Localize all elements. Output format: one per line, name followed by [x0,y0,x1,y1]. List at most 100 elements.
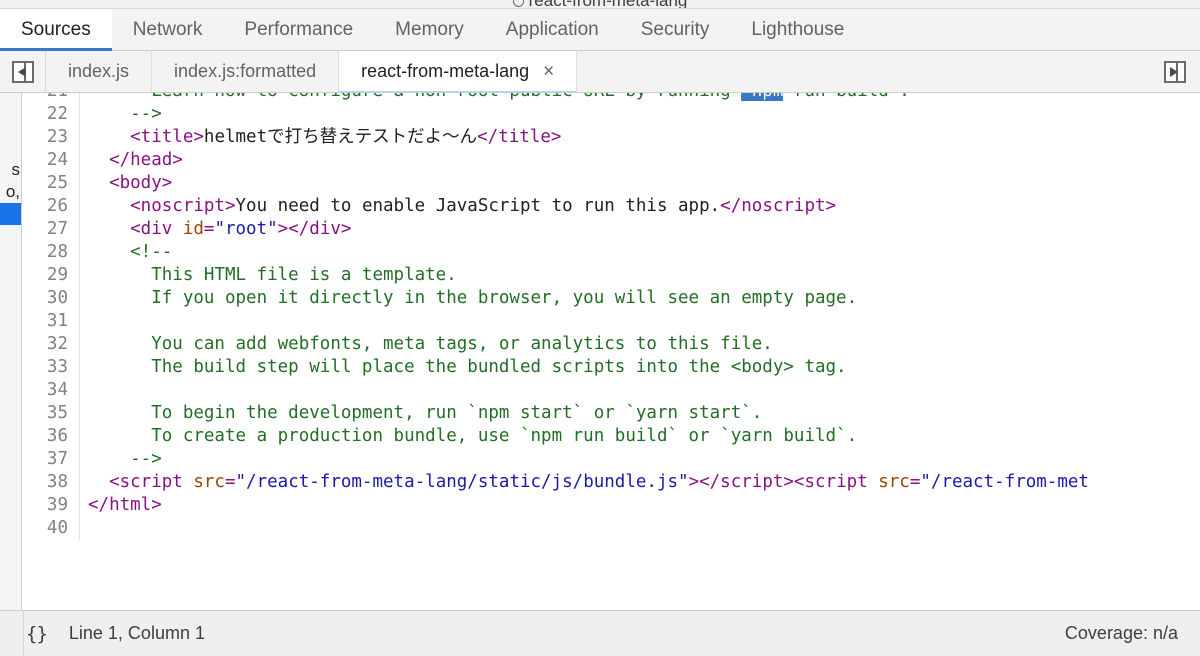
globe-icon [512,0,524,7]
code-line: 27 <div id="root"></div> [23,218,1200,241]
code-line: 38 <script src="/react-from-meta-lang/st… [23,471,1200,494]
code-line-text[interactable]: --> [80,448,162,471]
tab-application-label: Application [505,18,599,40]
code-line: 37 --> [23,448,1200,471]
show-navigator-icon [11,60,34,83]
tab-sources[interactable]: Sources [0,9,112,51]
line-number[interactable]: 34 [23,379,80,402]
code-token: = [909,472,921,492]
code-line-text[interactable]: <div id="root"></div> [80,218,351,241]
line-number[interactable]: 26 [23,195,80,218]
code-token: Learn how to configure a non-root public… [88,93,741,101]
line-number[interactable]: 35 [23,402,80,425]
line-number[interactable]: 32 [23,333,80,356]
code-line-text[interactable]: If you open it directly in the browser, … [80,287,857,310]
pretty-print-button[interactable]: {} [26,623,48,645]
tab-application[interactable]: Application [485,9,620,50]
line-number[interactable]: 21 [23,93,80,103]
code-line-text[interactable]: <body> [80,172,172,195]
code-line-text[interactable]: --> [80,103,162,126]
code-line: 35 To begin the development, run `npm st… [23,402,1200,425]
code-line-text[interactable]: To create a production bundle, use `npm … [80,425,857,448]
file-tab-bar-filler [577,51,1150,92]
code-token: </html> [88,495,162,515]
code-line-text[interactable]: <noscript>You need to enable JavaScript … [80,195,836,218]
code-token: <!-- [88,242,173,262]
navigator-panel-sliver[interactable]: s o, [0,93,22,610]
code-token: To begin the development, run `npm start… [88,403,763,423]
line-number[interactable]: 30 [23,287,80,310]
show-navigator-button[interactable] [0,51,46,92]
code-line-text[interactable]: <title>helmetで打ち替えテストだよ〜ん</title> [80,126,561,149]
line-number[interactable]: 37 [23,448,80,471]
line-number[interactable]: 33 [23,356,80,379]
code-line: 39 </html> [23,494,1200,517]
next-tab-button[interactable] [1150,51,1200,92]
code-line: 22 --> [23,103,1200,126]
tab-performance[interactable]: Performance [223,9,374,50]
devtools-tab-bar: Sources Network Performance Memory Appli… [0,9,1200,51]
code-line: 23 <title>helmetで打ち替えテストだよ〜ん</title> [23,126,1200,149]
code-line: 21 Learn how to configure a non-root pub… [23,93,1200,103]
devtools-window: react-from-meta-lang Sources Network Per… [0,0,1200,656]
code-token: "root" [214,219,278,239]
tab-network[interactable]: Network [112,9,224,50]
line-number[interactable]: 25 [23,172,80,195]
code-line-text[interactable]: You can add webfonts, meta tags, or anal… [80,333,773,356]
file-tab-index-js[interactable]: index.js [46,51,153,92]
status-bar-divider [23,611,24,656]
code-token: You need to enable JavaScript to run thi… [235,196,721,216]
code-token: run build`. [783,93,910,101]
code-token: <title> [88,127,204,147]
code-line-text[interactable]: <script src="/react-from-meta-lang/stati… [80,471,1089,494]
code-line: 24 </head> [23,149,1200,172]
line-number[interactable]: 36 [23,425,80,448]
line-number[interactable]: 24 [23,149,80,172]
code-content: 21 Learn how to configure a non-root pub… [23,93,1200,540]
navigator-row[interactable]: o, [0,181,21,203]
tab-lighthouse[interactable]: Lighthouse [730,9,865,50]
browser-page-title-strip: react-from-meta-lang [0,0,1200,9]
file-tab-react-from-meta-lang[interactable]: react-from-meta-lang × [339,51,578,93]
close-icon[interactable]: × [543,62,554,81]
code-token: `npm [741,93,784,101]
navigator-row[interactable] [0,137,21,159]
code-line: 32 You can add webfonts, meta tags, or a… [23,333,1200,356]
tab-network-label: Network [132,18,203,40]
navigator-row[interactable] [0,115,21,137]
editor-status-bar: {} Line 1, Column 1 Coverage: n/a [0,610,1200,656]
navigator-row[interactable]: s [0,159,21,181]
line-number[interactable]: 22 [23,103,80,126]
navigator-row[interactable] [0,93,21,115]
line-number[interactable]: 27 [23,218,80,241]
tab-security[interactable]: Security [620,9,731,50]
line-number[interactable]: 29 [23,264,80,287]
code-token: </head> [88,150,183,170]
code-token: This HTML file is a template. [88,265,457,285]
line-number[interactable]: 38 [23,471,80,494]
line-number[interactable]: 39 [23,494,80,517]
line-number[interactable]: 31 [23,310,80,333]
code-line-text[interactable]: The build step will place the bundled sc… [80,356,846,379]
code-token: "/react-from-met [920,472,1089,492]
code-line-text[interactable]: This HTML file is a template. [80,264,457,287]
line-number[interactable]: 23 [23,126,80,149]
code-token: --> [88,104,162,124]
file-tab-index-js-formatted[interactable]: index.js:formatted [152,51,340,92]
code-line: 40 [23,517,1200,540]
code-line-text[interactable]: </html> [80,494,162,517]
code-line-text[interactable]: Learn how to configure a non-root public… [80,93,910,103]
code-editor[interactable]: 21 Learn how to configure a non-root pub… [23,93,1200,610]
code-line-text[interactable]: </head> [80,149,183,172]
navigator-row-selected[interactable] [0,203,21,225]
code-line-text[interactable]: <!-- [80,241,172,264]
code-line: 36 To create a production bundle, use `n… [23,425,1200,448]
navigator-row[interactable] [0,225,21,247]
code-token: src [193,472,225,492]
tab-memory[interactable]: Memory [374,9,485,50]
code-line: 25 <body> [23,172,1200,195]
line-number[interactable]: 40 [23,517,80,540]
code-line-text[interactable]: To begin the development, run `npm start… [80,402,762,425]
line-number[interactable]: 28 [23,241,80,264]
tab-security-label: Security [640,18,710,40]
